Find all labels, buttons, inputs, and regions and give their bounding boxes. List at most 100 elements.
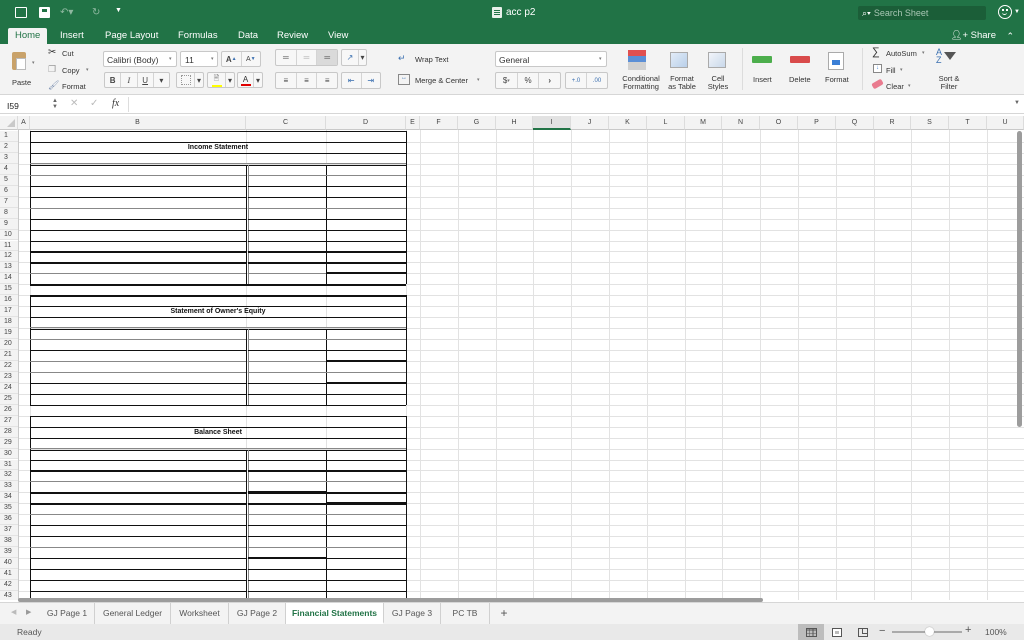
tab-home[interactable]: Home: [8, 28, 48, 44]
normal-view-button[interactable]: [798, 624, 824, 640]
column-header-e[interactable]: E: [406, 116, 420, 130]
name-box-stepper-icon[interactable]: ▲ ▼: [52, 98, 58, 110]
decrease-indent-button[interactable]: ⇤: [342, 73, 362, 88]
column-header-a[interactable]: A: [18, 116, 30, 130]
row-header-41[interactable]: 41: [0, 569, 18, 580]
row-header-36[interactable]: 36: [0, 514, 18, 526]
tab-review[interactable]: Review: [270, 28, 315, 44]
row-header-2[interactable]: 2: [0, 141, 18, 153]
tab-page-layout[interactable]: Page Layout: [98, 28, 165, 44]
row-header-7[interactable]: 7: [0, 196, 18, 208]
row-header-35[interactable]: 35: [0, 503, 18, 515]
column-header-i[interactable]: I: [533, 116, 571, 130]
row-header-21[interactable]: 21: [0, 350, 18, 361]
percent-button[interactable]: %: [518, 73, 540, 88]
row-header-37[interactable]: 37: [0, 525, 18, 537]
select-all-corner[interactable]: [0, 116, 18, 130]
insert-function-icon[interactable]: fx: [112, 98, 119, 109]
scroll-tabs-right-icon[interactable]: ▶: [26, 608, 31, 616]
column-header-h[interactable]: H: [496, 116, 533, 130]
row-header-24[interactable]: 24: [0, 382, 18, 394]
column-header-t[interactable]: T: [949, 116, 987, 130]
row-header-1[interactable]: 1: [0, 131, 18, 142]
row-header-16[interactable]: 16: [0, 295, 18, 307]
row-header-19[interactable]: 19: [0, 328, 18, 340]
delete-cells-button[interactable]: Delete: [786, 48, 818, 92]
row-header-4[interactable]: 4: [0, 163, 18, 175]
cancel-icon[interactable]: ✕: [70, 98, 78, 109]
underline-button[interactable]: U: [138, 73, 154, 87]
row-header-20[interactable]: 20: [0, 339, 18, 350]
cell-styles-button[interactable]: Cell Styles: [702, 48, 734, 92]
column-header-s[interactable]: S: [911, 116, 949, 130]
conditional-formatting-button[interactable]: Conditional Formatting: [620, 48, 662, 92]
column-header-o[interactable]: O: [760, 116, 798, 130]
comma-style-button[interactable]: ›: [539, 73, 560, 88]
save-icon[interactable]: [39, 7, 50, 18]
column-header-q[interactable]: Q: [836, 116, 874, 130]
decrease-decimal-button[interactable]: .00: [587, 73, 607, 88]
align-left-button[interactable]: ≡: [276, 73, 297, 88]
row-header-8[interactable]: 8: [0, 207, 18, 219]
customize-toolbar-icon[interactable]: ▼: [115, 7, 122, 14]
sheet-tab-gj-page-1[interactable]: GJ Page 1: [40, 603, 95, 624]
row-header-6[interactable]: 6: [0, 185, 18, 197]
row-header-34[interactable]: 34: [0, 492, 18, 504]
row-header-18[interactable]: 18: [0, 317, 18, 329]
row-header-32[interactable]: 32: [0, 470, 18, 482]
row-header-9[interactable]: 9: [0, 218, 18, 230]
bold-button[interactable]: B: [105, 73, 122, 87]
row-header-28[interactable]: 28: [0, 426, 18, 438]
zoom-in-button[interactable]: +: [965, 624, 971, 636]
shrink-font-button[interactable]: A ▼: [242, 52, 261, 66]
font-name-select[interactable]: Calibri (Body) ▾: [103, 51, 177, 67]
paste-button[interactable]: ▾ Paste: [8, 48, 38, 92]
font-size-select[interactable]: 11 ▾: [180, 51, 218, 67]
sheet-tab-pc-tb[interactable]: PC TB: [441, 603, 490, 624]
formula-input[interactable]: [128, 97, 1008, 112]
fill-color-button[interactable]: 🖹︎ ▾: [207, 72, 235, 88]
currency-button[interactable]: $ ▾: [496, 73, 518, 88]
expand-formula-bar-icon[interactable]: ▼: [1014, 100, 1020, 106]
redo-icon[interactable]: ↻: [92, 7, 100, 18]
undo-icon[interactable]: ↶▾: [60, 7, 73, 18]
feedback-smiley-icon[interactable]: [998, 5, 1012, 19]
increase-indent-button[interactable]: ⇥: [362, 73, 381, 88]
row-header-13[interactable]: 13: [0, 262, 18, 274]
share-button[interactable]: 👤︎+ Share: [950, 28, 996, 44]
spreadsheet-grid[interactable]: ABCDEFGHIJKLMNOPQRSTU 1 2 3 4 5 6 7 8 9 10 11 12 13 1…: [0, 116, 1024, 600]
search-sheet-input[interactable]: ⌕▾ Search Sheet: [858, 6, 986, 20]
row-header-43[interactable]: 43: [0, 590, 18, 600]
sheet-tab-gj-page-2[interactable]: GJ Page 2: [229, 603, 286, 624]
row-header-30[interactable]: 30: [0, 448, 18, 460]
column-header-l[interactable]: L: [647, 116, 685, 130]
sort-filter-button[interactable]: AZ Sort & Filter: [932, 48, 966, 92]
align-right-button[interactable]: ≡: [317, 73, 337, 88]
vertical-scrollbar[interactable]: [1017, 131, 1022, 427]
sidebar-toggle-icon[interactable]: [15, 7, 27, 18]
grow-font-button[interactable]: A ▲: [222, 52, 242, 66]
page-layout-view-button[interactable]: [824, 624, 850, 640]
row-header-25[interactable]: 25: [0, 393, 18, 405]
page-break-view-button[interactable]: [850, 624, 876, 640]
column-header-n[interactable]: N: [722, 116, 760, 130]
italic-button[interactable]: I: [121, 73, 138, 87]
column-header-p[interactable]: P: [798, 116, 836, 130]
column-header-d[interactable]: D: [326, 116, 406, 130]
increase-decimal-button[interactable]: +.0: [566, 73, 587, 88]
align-center-button[interactable]: ≡: [297, 73, 318, 88]
row-header-12[interactable]: 12: [0, 251, 18, 263]
format-cells-button[interactable]: Format: [822, 48, 856, 92]
align-bottom-button[interactable]: ═: [317, 50, 338, 65]
column-header-c[interactable]: C: [246, 116, 326, 130]
sheet-tab-gj-page-3[interactable]: GJ Page 3: [384, 603, 441, 624]
column-header-g[interactable]: G: [458, 116, 496, 130]
sheet-tab-general-ledger[interactable]: General Ledger: [95, 603, 171, 624]
row-header-40[interactable]: 40: [0, 558, 18, 569]
row-header-29[interactable]: 29: [0, 437, 18, 449]
row-header-3[interactable]: 3: [0, 152, 18, 164]
row-header-26[interactable]: 26: [0, 404, 18, 416]
scroll-tabs-left-icon[interactable]: ◀: [11, 608, 16, 616]
enter-check-icon[interactable]: ✓: [90, 98, 98, 109]
format-as-table-button[interactable]: Format as Table: [664, 48, 700, 92]
